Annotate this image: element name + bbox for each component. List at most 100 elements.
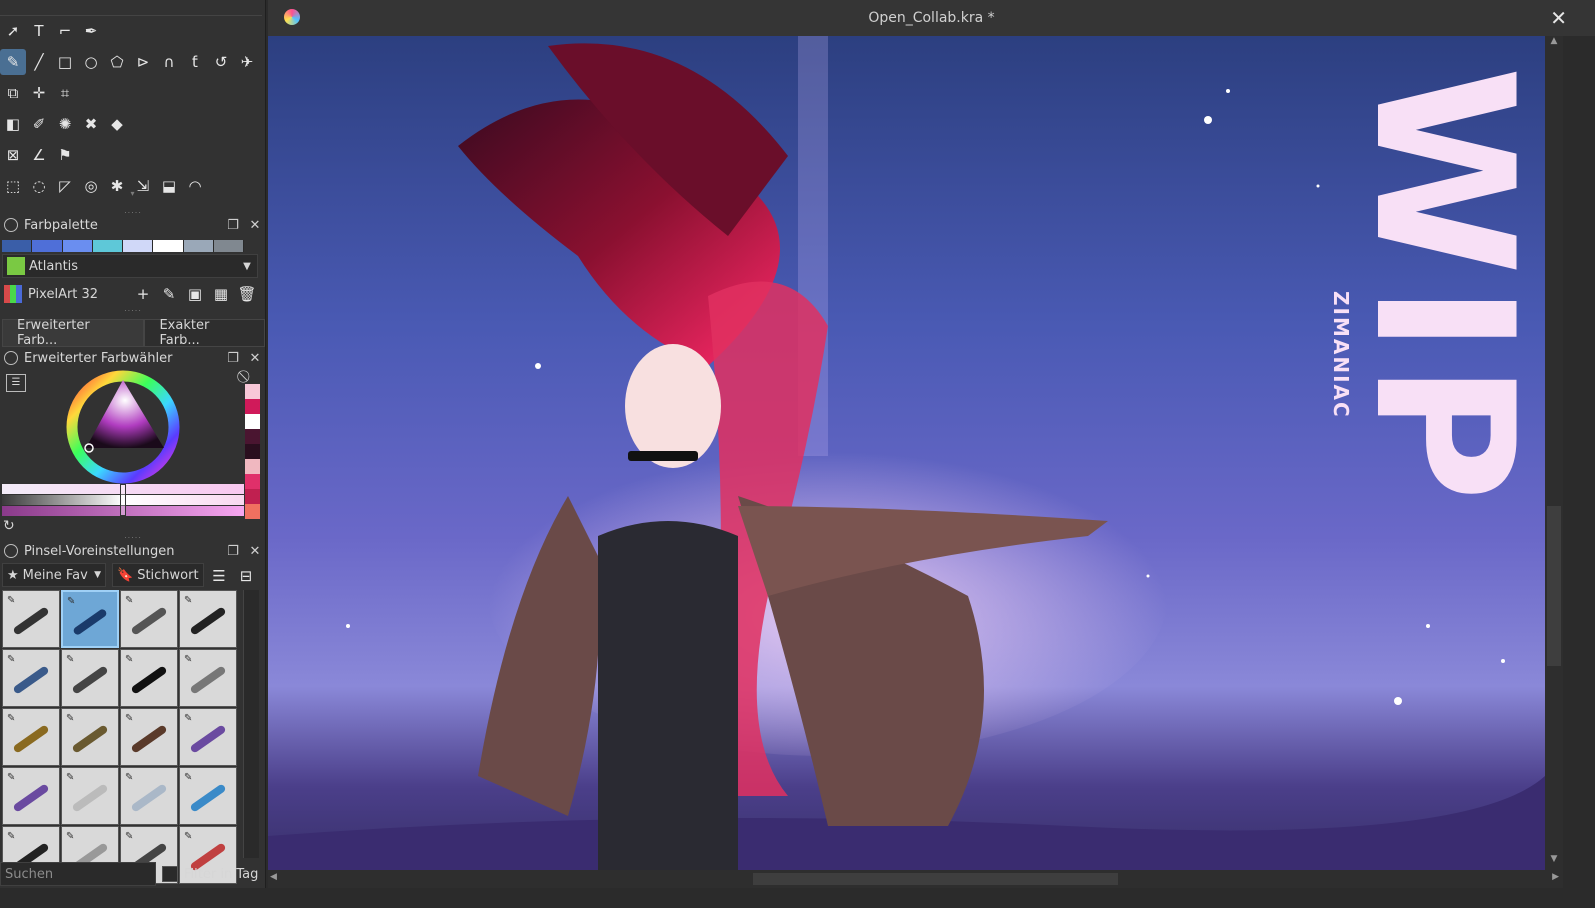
gradient-icon[interactable]: ◧ [0,111,26,137]
toolbox-resize-grip[interactable]: ▾ [0,190,266,199]
measure-icon[interactable]: ∠ [26,142,52,168]
close-icon[interactable]: ✕ [244,544,266,559]
palette-name[interactable]: PixelArt 32 [28,287,130,302]
recent-color-swatch[interactable] [245,384,260,399]
brush-preset[interactable]: ✎ [2,708,60,766]
recent-color-swatch[interactable] [245,429,260,444]
close-icon[interactable]: ✕ [244,351,266,366]
close-icon[interactable]: ✕ [244,218,266,233]
select-icon[interactable]: ➚ [0,18,26,44]
ellipse-icon[interactable]: ○ [78,49,104,75]
palette-swatch[interactable] [123,240,154,252]
color-name-combobox[interactable]: Atlantis ▼ [2,254,258,278]
preset-scrollbar[interactable] [243,590,259,858]
brush-preset[interactable]: ✎ [120,649,178,707]
slider-handle[interactable] [120,484,126,516]
brush-stroke-preview [71,783,109,813]
freehand-path-icon[interactable]: ƭ [182,49,208,75]
brush-preset[interactable]: ✎ [61,590,119,648]
tag-button[interactable]: 🔖 Stichwort [112,563,204,587]
recent-colors [245,384,260,519]
polyline-icon[interactable]: ⊳ [130,49,156,75]
tab-advanced-color[interactable]: Erweiterter Farb... [2,318,145,348]
calligraphy-icon[interactable]: ✒ [78,18,104,44]
lock-icon[interactable] [4,218,18,232]
fill-icon[interactable]: ✖ [78,111,104,137]
brush-preset[interactable]: ✎ [179,649,237,707]
brush-preset[interactable]: ✎ [179,590,237,648]
tag-combobox[interactable]: ★ Meine Fav ▼ [2,563,106,587]
brush-preset[interactable]: ✎ [61,649,119,707]
scroll-left-icon[interactable]: ◀ [270,872,277,882]
float-icon[interactable]: ❐ [222,544,244,559]
preset-search-input[interactable]: Suchen [0,862,156,886]
grid-icon[interactable]: ▦ [208,281,234,307]
lock-icon[interactable] [4,544,18,558]
view-list-icon[interactable]: ☰ [206,563,232,589]
canvas[interactable]: WIP ZIMANIAC [268,36,1545,870]
scroll-down-icon[interactable]: ▼ [1545,854,1563,870]
text-icon[interactable]: T [26,18,52,44]
scroll-thumb[interactable] [753,873,1118,885]
edit-icon[interactable]: ✎ [156,281,182,307]
brush-preset[interactable]: ✎ [2,590,60,648]
assistant-icon[interactable]: ⊠ [0,142,26,168]
freehand-brush-icon[interactable]: ✎ [0,49,26,75]
recent-color-swatch[interactable] [245,489,260,504]
brush-preset[interactable]: ✎ [179,767,237,825]
delete-icon[interactable]: 🗑 [234,281,260,307]
transform-icon[interactable]: ⧉ [0,80,26,106]
close-icon[interactable]: ✕ [1550,6,1567,30]
brush-preset[interactable]: ✎ [2,767,60,825]
recent-color-swatch[interactable] [245,444,260,459]
reference-icon[interactable]: ⚑ [52,142,78,168]
scroll-right-icon[interactable]: ▶ [1552,872,1559,882]
palette-swatch[interactable] [62,240,93,252]
scroll-thumb[interactable] [1547,506,1561,666]
horizontal-scrollbar[interactable]: ◀ ▶ [268,870,1563,888]
refresh-icon[interactable]: ↻ [3,518,15,534]
brush-preset[interactable]: ✎ [61,708,119,766]
palette-swatch[interactable] [183,240,214,252]
palette-swatch[interactable] [32,240,63,252]
shape-edit-icon[interactable]: ⌐ [52,18,78,44]
preset-settings-icon[interactable]: ⊟ [233,563,259,589]
crop-icon[interactable]: ⌗ [52,80,78,106]
lock-icon[interactable] [4,351,18,365]
move-icon[interactable]: ✛ [26,80,52,106]
brush-preset[interactable]: ✎ [120,590,178,648]
save-icon[interactable]: ▣ [182,281,208,307]
enclosed-fill-icon[interactable]: ◆ [104,111,130,137]
color-picker-icon[interactable]: ✐ [26,111,52,137]
grip[interactable]: ..... [0,305,266,314]
palette-swatch[interactable] [92,240,123,252]
tab-exact-color[interactable]: Exakter Farb... [144,318,265,348]
smart-patch-icon[interactable]: ✺ [52,111,78,137]
polygon-icon[interactable]: ⬠ [104,49,130,75]
recent-color-swatch[interactable] [245,414,260,429]
recent-color-swatch[interactable] [245,474,260,489]
brush-preset[interactable]: ✎ [120,767,178,825]
brush-preset[interactable]: ✎ [120,708,178,766]
bezier-icon[interactable]: ∩ [156,49,182,75]
multibrush-icon[interactable]: ✈ [234,49,260,75]
filter-in-tag-checkbox[interactable] [162,866,178,882]
brush-preset[interactable]: ✎ [61,767,119,825]
palette-swatch[interactable] [2,240,33,252]
line-icon[interactable]: ╱ [26,49,52,75]
palette-swatch[interactable] [213,240,244,252]
recent-color-swatch[interactable] [245,504,260,519]
rectangle-icon[interactable]: □ [52,49,78,75]
brush-preset[interactable]: ✎ [2,649,60,707]
color-wheel[interactable] [64,368,182,486]
float-icon[interactable]: ❐ [222,218,244,233]
recent-color-swatch[interactable] [245,459,260,474]
dynamic-brush-icon[interactable]: ↺ [208,49,234,75]
brush-preset[interactable]: ✎ [179,708,237,766]
float-icon[interactable]: ❐ [222,351,244,366]
recent-color-swatch[interactable] [245,399,260,414]
vertical-scrollbar[interactable]: ▲ ▼ [1545,36,1563,870]
settings-icon[interactable]: ☰ [6,374,26,392]
scroll-up-icon[interactable]: ▲ [1545,36,1563,52]
palette-swatch[interactable] [153,240,184,252]
